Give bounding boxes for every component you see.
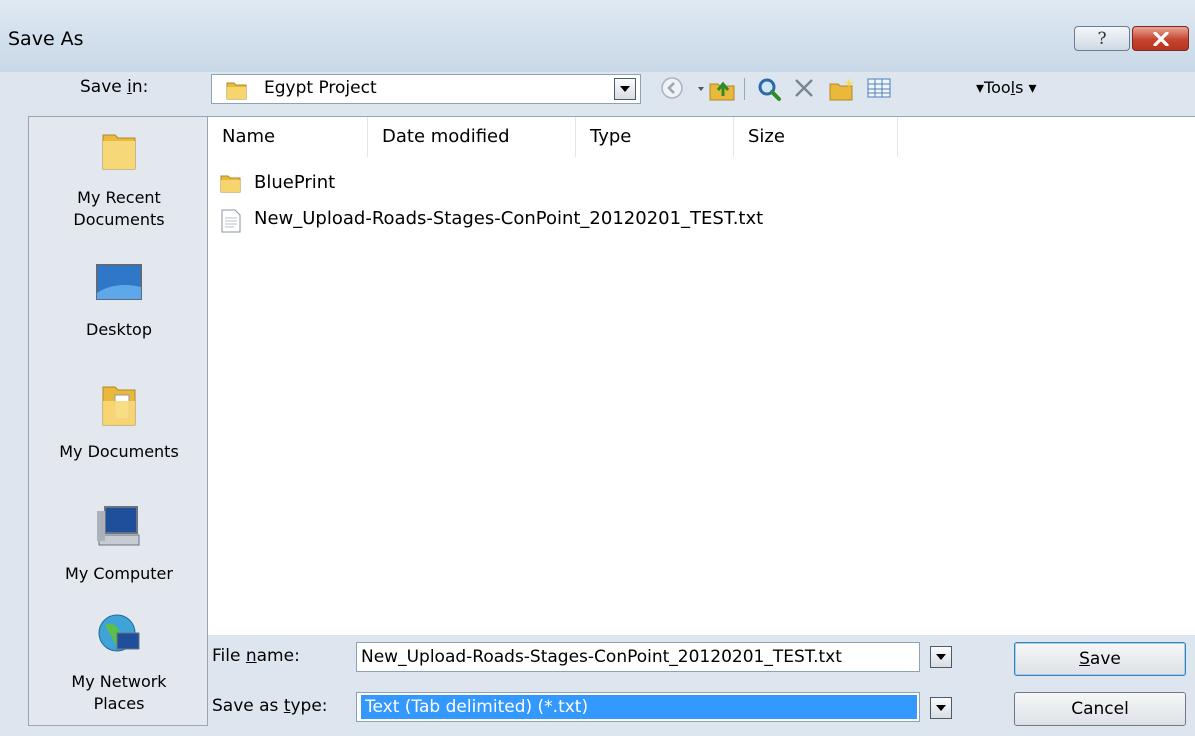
place-label: Desktop — [86, 320, 152, 339]
place-my-recent-documents[interactable]: My Recent Documents — [29, 123, 209, 243]
back-dropdown-icon[interactable] — [696, 76, 706, 100]
delete-icon[interactable] — [792, 76, 816, 100]
save-as-type-value: Text (Tab delimited) (*.txt) — [361, 695, 917, 719]
window-title: Save As — [8, 28, 84, 50]
folder-icon — [226, 82, 247, 100]
close-icon — [1152, 31, 1169, 46]
file-name: BluePrint — [254, 172, 336, 193]
up-one-level-icon[interactable] — [708, 76, 738, 102]
folder-icon — [220, 175, 241, 193]
network-places-icon — [98, 614, 140, 652]
save-in-label: Save in: — [80, 77, 149, 97]
place-label: Places — [93, 694, 145, 713]
tools-menu[interactable]: ▾Tools ▾ — [976, 78, 1037, 97]
views-icon[interactable] — [866, 76, 892, 100]
place-label: Documents — [73, 210, 165, 229]
help-icon: ? — [1097, 28, 1107, 49]
save-in-dropdown-button[interactable] — [614, 78, 636, 100]
desktop-icon — [96, 264, 142, 300]
place-my-documents[interactable]: My Documents — [29, 373, 209, 483]
place-my-computer[interactable]: My Computer — [29, 501, 209, 601]
place-label: My Computer — [65, 564, 173, 583]
chevron-down-icon — [620, 86, 630, 92]
file-name-input[interactable]: New_Upload-Roads-Stages-ConPoint_2012020… — [356, 642, 920, 672]
file-name-dropdown-button[interactable] — [930, 646, 952, 668]
save-as-type-select[interactable]: Text (Tab delimited) (*.txt) — [356, 692, 920, 722]
my-computer-icon — [97, 506, 140, 546]
save-as-type-label: Save as type: — [212, 696, 328, 716]
place-desktop[interactable]: Desktop — [29, 257, 209, 357]
place-my-network-places[interactable]: My Network Places — [29, 611, 209, 723]
column-header-size[interactable]: Size — [734, 117, 898, 157]
place-label: My Recent — [77, 188, 161, 207]
help-button[interactable]: ? — [1074, 26, 1130, 51]
file-name-value: New_Upload-Roads-Stages-ConPoint_2012020… — [361, 647, 842, 667]
new-folder-icon[interactable] — [828, 76, 856, 102]
column-header-date-modified[interactable]: Date modified — [368, 117, 576, 157]
places-bar: My Recent Documents Desktop My Documents — [28, 116, 208, 726]
title-bar[interactable]: Save As ? — [0, 0, 1195, 72]
toolbar-separator — [744, 78, 745, 100]
close-button[interactable] — [1132, 26, 1189, 51]
save-as-type-dropdown-button[interactable] — [930, 697, 952, 719]
text-file-icon — [221, 209, 241, 233]
save-in-combobox[interactable]: Egypt Project — [211, 74, 641, 104]
file-name: New_Upload-Roads-Stages-ConPoint_2012020… — [254, 208, 764, 229]
file-list[interactable]: Name Date modified Type Size BluePrint N… — [208, 116, 1195, 635]
place-label: My Documents — [59, 442, 179, 461]
save-in-location: Egypt Project — [264, 78, 377, 98]
column-header-name[interactable]: Name — [208, 117, 368, 157]
chevron-down-icon — [936, 705, 946, 711]
back-icon[interactable] — [660, 76, 684, 100]
place-label: My Network — [71, 672, 167, 691]
save-as-dialog: Save As ? Save in: Egypt Project ▾Tools … — [0, 0, 1195, 736]
search-web-icon[interactable] — [756, 76, 782, 102]
my-documents-icon — [102, 386, 136, 426]
cancel-button[interactable]: Cancel — [1014, 692, 1186, 726]
column-header-type[interactable]: Type — [576, 117, 734, 157]
chevron-down-icon — [936, 654, 946, 660]
recent-documents-icon — [102, 134, 136, 170]
file-name-label: File name: — [212, 646, 300, 666]
save-button[interactable]: Save — [1014, 642, 1186, 676]
